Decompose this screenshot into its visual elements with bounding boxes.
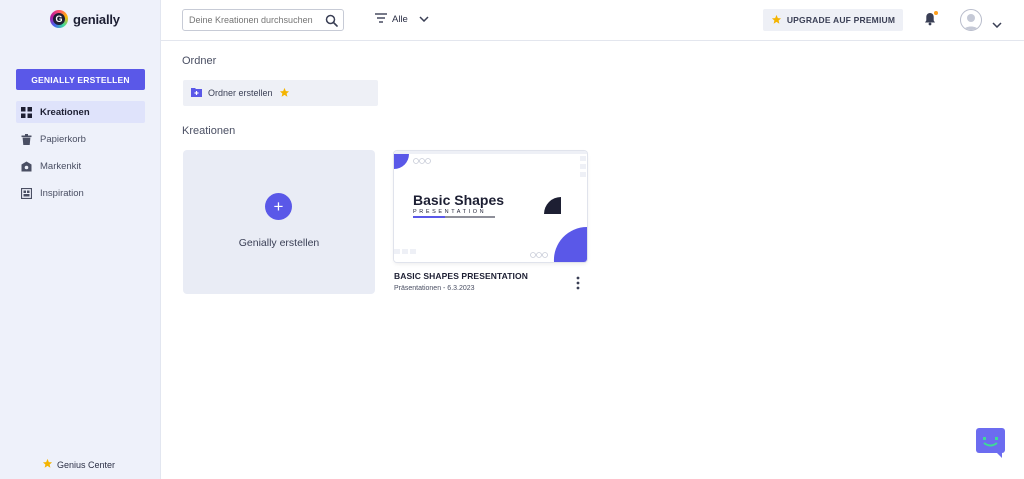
- topbar: Alle UPGRADE AUF PREMIUM: [161, 0, 1024, 41]
- filter-icon: [375, 13, 387, 26]
- upgrade-premium-button[interactable]: UPGRADE AUF PREMIUM: [763, 9, 903, 31]
- filter-dropdown[interactable]: Alle: [375, 13, 429, 26]
- plus-icon: +: [265, 193, 292, 220]
- add-folder-icon: [191, 87, 202, 99]
- create-card-label: Genially erstellen: [238, 237, 320, 249]
- create-folder-label: Ordner erstellen: [208, 88, 273, 98]
- search-box[interactable]: [182, 9, 344, 31]
- chat-support-button[interactable]: [976, 428, 1005, 458]
- app-name: genially: [73, 11, 120, 27]
- grid-icon: [21, 106, 32, 118]
- sidebar-item-label: Markenkit: [40, 160, 82, 172]
- app-logo[interactable]: G genially: [50, 10, 120, 28]
- filter-label: Alle: [392, 14, 408, 25]
- sidebar-item-label: Kreationen: [40, 106, 90, 118]
- creations-title: Kreationen: [182, 125, 236, 137]
- creation-thumbnail[interactable]: Basic Shapes PRESENTATION: [394, 151, 587, 262]
- search-input[interactable]: [189, 15, 321, 25]
- sidebar-item-label: Papierkorb: [40, 133, 86, 145]
- sidebar-nav: Kreationen Papierkorb Markenkit Inspirat…: [16, 101, 145, 209]
- creation-meta: Präsentationen - 6.3.2023: [394, 285, 475, 292]
- more-options-icon[interactable]: [572, 276, 584, 295]
- genially-logo-icon: G: [50, 10, 68, 28]
- chevron-down-icon: [419, 14, 429, 25]
- inspiration-icon: [21, 187, 32, 199]
- user-icon: [963, 14, 979, 30]
- trash-icon: [21, 133, 32, 145]
- search-icon[interactable]: [325, 14, 338, 32]
- sidebar-item-inspiration[interactable]: Inspiration: [16, 182, 145, 204]
- brand-kit-icon: [21, 161, 32, 172]
- notification-badge: [934, 11, 938, 15]
- genius-center-label: Genius Center: [57, 459, 116, 470]
- sidebar-item-papierkorb[interactable]: Papierkorb: [16, 128, 145, 150]
- star-icon: [771, 14, 782, 27]
- sidebar-item-kreationen[interactable]: Kreationen: [16, 101, 145, 123]
- sidebar-item-markenkit[interactable]: Markenkit: [16, 155, 145, 177]
- folders-title: Ordner: [182, 55, 217, 67]
- sidebar-item-label: Inspiration: [40, 187, 84, 199]
- creation-title[interactable]: BASIC SHAPES PRESENTATION: [394, 271, 528, 281]
- create-genially-card[interactable]: + Genially erstellen: [183, 150, 375, 294]
- sidebar: G genially GENIALLY ERSTELLEN Kreationen…: [0, 0, 161, 479]
- genius-center-link[interactable]: Genius Center: [42, 458, 115, 471]
- create-folder-button[interactable]: Ordner erstellen: [183, 80, 378, 106]
- user-avatar[interactable]: [960, 9, 982, 31]
- star-icon: [42, 458, 53, 471]
- notification-bell-icon[interactable]: [924, 12, 936, 31]
- presentation-preview: Basic Shapes PRESENTATION: [394, 151, 587, 262]
- chat-bot-icon: [976, 428, 1005, 458]
- star-icon: [279, 87, 290, 100]
- thumb-title: Basic Shapes: [413, 192, 504, 208]
- create-genially-button[interactable]: GENIALLY ERSTELLEN: [16, 69, 145, 90]
- thumb-subtitle: PRESENTATION: [413, 209, 486, 215]
- chevron-down-icon[interactable]: [992, 15, 1002, 33]
- upgrade-label: UPGRADE AUF PREMIUM: [786, 15, 896, 25]
